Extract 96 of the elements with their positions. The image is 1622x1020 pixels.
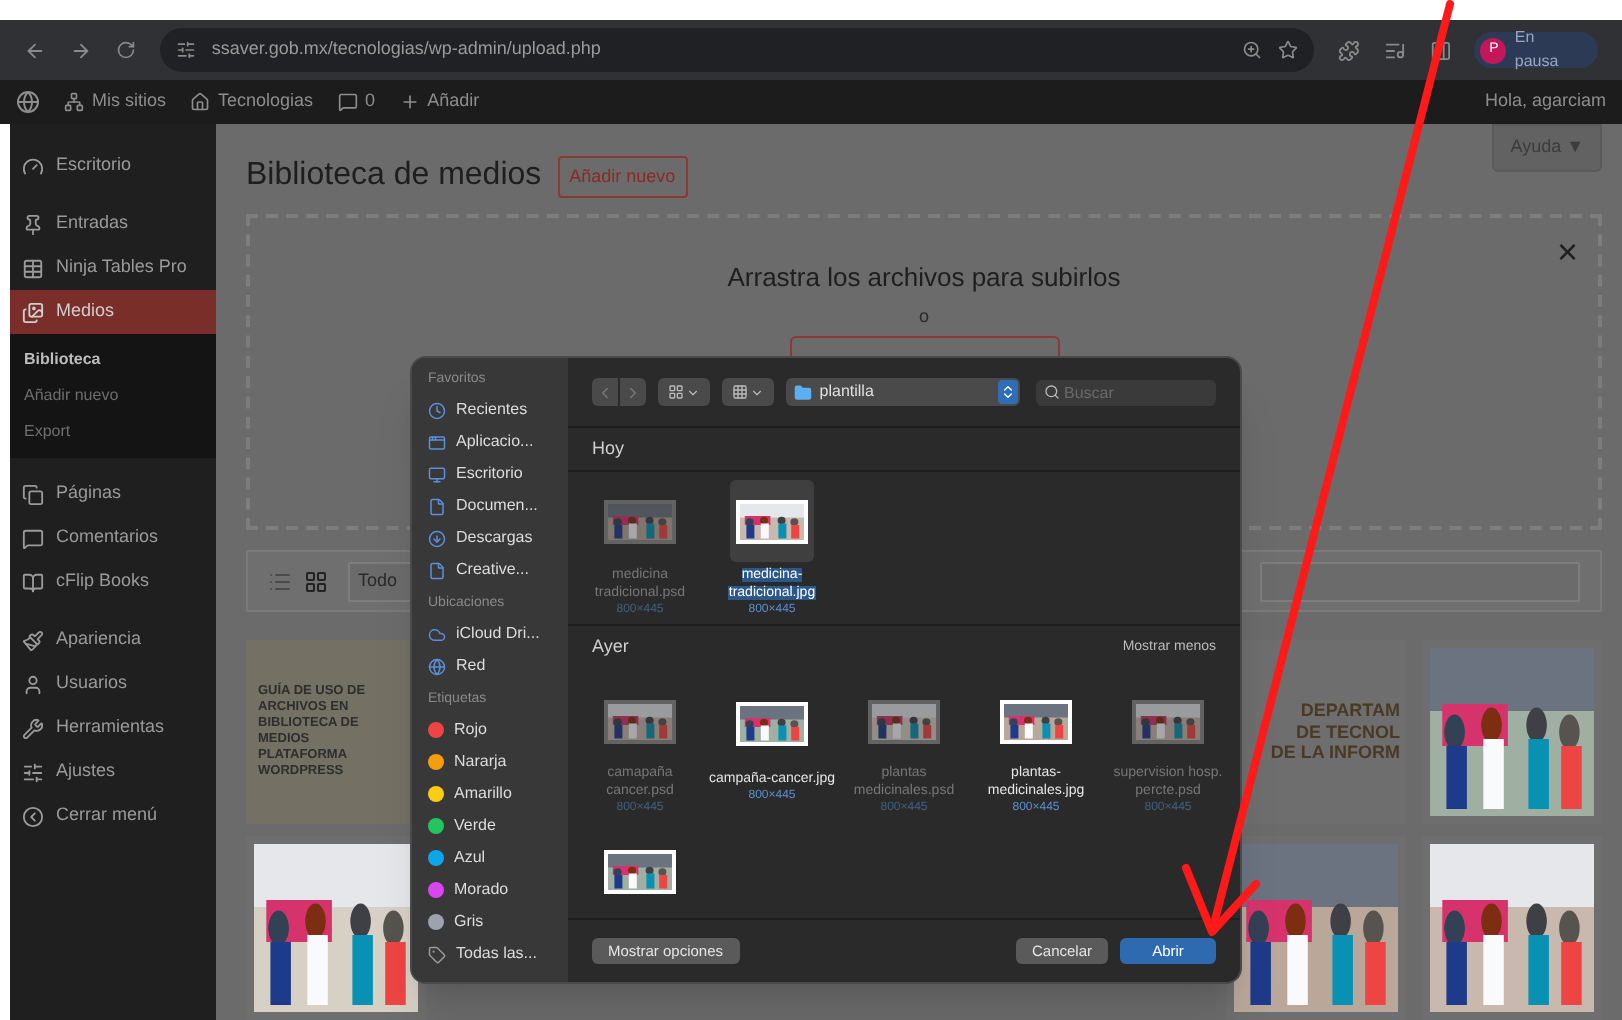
zoom-icon[interactable]	[1241, 40, 1262, 60]
comment-icon	[337, 92, 358, 112]
sidebar-location[interactable]: Gris	[428, 906, 568, 938]
dropzone-title: Arrastra los archivos para subirlos	[727, 259, 1121, 296]
grid-icon	[667, 384, 684, 400]
images-icon	[22, 301, 44, 323]
user-icon	[22, 673, 44, 695]
cloud-icon	[428, 625, 446, 643]
greeting[interactable]: Hola, agarciam	[1484, 88, 1606, 116]
pin-icon	[22, 213, 44, 235]
media-icon[interactable]	[1383, 39, 1406, 61]
submenu-item[interactable]: Biblioteca	[10, 342, 216, 378]
sidebar-item[interactable]: Cerrar menú	[10, 794, 216, 838]
section-heading: Hoy	[592, 435, 625, 462]
reload-icon[interactable]	[115, 40, 136, 60]
folder-icon	[793, 383, 812, 401]
side-panel-icon[interactable]	[1429, 39, 1451, 61]
sidebar-location[interactable]: Morado	[428, 874, 568, 906]
admin-bar-link[interactable]: Añadir	[399, 88, 480, 116]
gauge-icon	[22, 155, 44, 177]
chevron-left-icon	[596, 383, 614, 401]
document-icon	[428, 561, 446, 579]
house-icon	[190, 92, 211, 112]
sidebar-location[interactable]: Rojo	[428, 714, 568, 746]
sidebar-location[interactable]: Recientes	[428, 394, 568, 426]
speech-bubble-icon	[22, 527, 44, 549]
sidebar-location[interactable]: Aplicacio...	[428, 426, 568, 458]
submenu-item[interactable]: Export	[10, 414, 216, 450]
book-icon	[22, 571, 44, 593]
monitor-icon	[428, 465, 446, 483]
thumbnail-text: DE LA INFORM	[1270, 742, 1400, 764]
group-button[interactable]	[721, 378, 774, 406]
close-button[interactable]: ×	[1556, 233, 1578, 270]
location-select[interactable]: plantilla	[785, 378, 1020, 406]
sidebar-location[interactable]: iCloud Dri...	[428, 618, 568, 650]
chevron-down-icon	[685, 385, 700, 399]
table-icon	[22, 257, 44, 279]
sidebar-item[interactable]: Ninja Tables Pro	[10, 246, 216, 290]
view-mode-button[interactable]	[658, 378, 710, 406]
pages-icon	[22, 483, 44, 505]
submenu-item[interactable]: Añadir nuevo	[10, 378, 216, 414]
admin-bar-link[interactable]: 0	[337, 88, 376, 116]
thumbnail-text: DE TECNOL	[1295, 721, 1400, 743]
admin-bar-link[interactable]: Mis sitios	[64, 88, 167, 116]
search-icon	[1043, 384, 1060, 400]
chevron-down-icon	[749, 385, 764, 399]
sites-icon	[64, 92, 84, 112]
globe-icon	[428, 657, 446, 675]
download-icon	[428, 529, 446, 547]
section-heading: Ayer	[592, 634, 629, 661]
sidebar-item[interactable]: Ajustes	[10, 750, 216, 794]
page-title: Biblioteca de medios	[246, 156, 542, 197]
back-icon[interactable]	[24, 39, 46, 61]
wrench-icon	[22, 717, 44, 739]
sidebar-item[interactable]: Usuarios	[10, 662, 216, 706]
sidebar-location[interactable]: Descargas	[428, 522, 568, 554]
sidebar-item[interactable]: Comentarios	[10, 516, 216, 560]
chevron-right-icon	[624, 383, 642, 401]
thumbnail-text: DEPARTAM	[1300, 700, 1400, 722]
forward-icon[interactable]	[69, 39, 92, 61]
admin-bar-link[interactable]: Tecnologias	[190, 88, 314, 116]
sidebar-item[interactable]: Herramientas	[10, 706, 216, 750]
sidebar-item[interactable]: Escritorio	[10, 144, 216, 188]
sidebar-location[interactable]: Todas las...	[428, 938, 568, 970]
sidebar-location[interactable]: Creative...	[428, 554, 568, 586]
stepper-icon	[997, 380, 1018, 404]
collapse-icon	[22, 805, 44, 827]
tag-icon	[428, 945, 446, 963]
sidebar-location[interactable]: Documen...	[428, 490, 568, 522]
sidebar-location[interactable]: Red	[428, 650, 568, 682]
clock-icon	[428, 401, 446, 419]
extensions-icon[interactable]	[1337, 39, 1360, 61]
url-text: ssaver.gob.mx/tecnologias/wp-admin/upload.php	[211, 36, 601, 63]
sidebar-item[interactable]: Páginas	[10, 472, 216, 516]
sliders-icon	[22, 761, 44, 783]
grid-icon	[731, 384, 748, 400]
sidebar-location[interactable]: Amarillo	[428, 778, 568, 810]
sidebar-item[interactable]: cFlip Books	[10, 560, 216, 604]
sidebar-item[interactable]: Apariencia	[10, 618, 216, 662]
document-icon	[428, 497, 446, 515]
grid-view-icon[interactable]	[304, 569, 328, 594]
sidebar-location[interactable]: Azul	[428, 842, 568, 874]
paintbrush-icon	[22, 629, 44, 651]
app-icon	[428, 433, 446, 451]
sidebar-location[interactable]: Nararja	[428, 746, 568, 778]
site-settings-icon[interactable]	[175, 40, 196, 60]
bookmark-star-icon[interactable]	[1277, 40, 1298, 60]
sidebar-location[interactable]: Escritorio	[428, 458, 568, 490]
plus-icon	[399, 92, 420, 112]
sidebar-location[interactable]: Verde	[428, 810, 568, 842]
sidebar-item[interactable]: Medios	[10, 290, 216, 334]
search-field[interactable]	[1260, 561, 1580, 602]
sidebar-item[interactable]: Entradas	[10, 202, 216, 246]
dropzone-or: o	[918, 304, 929, 331]
profile-status: En pausa	[1514, 26, 1561, 74]
address-bar[interactable]: ssaver.gob.mx/tecnologias/wp-admin/upload.php	[159, 28, 1314, 72]
